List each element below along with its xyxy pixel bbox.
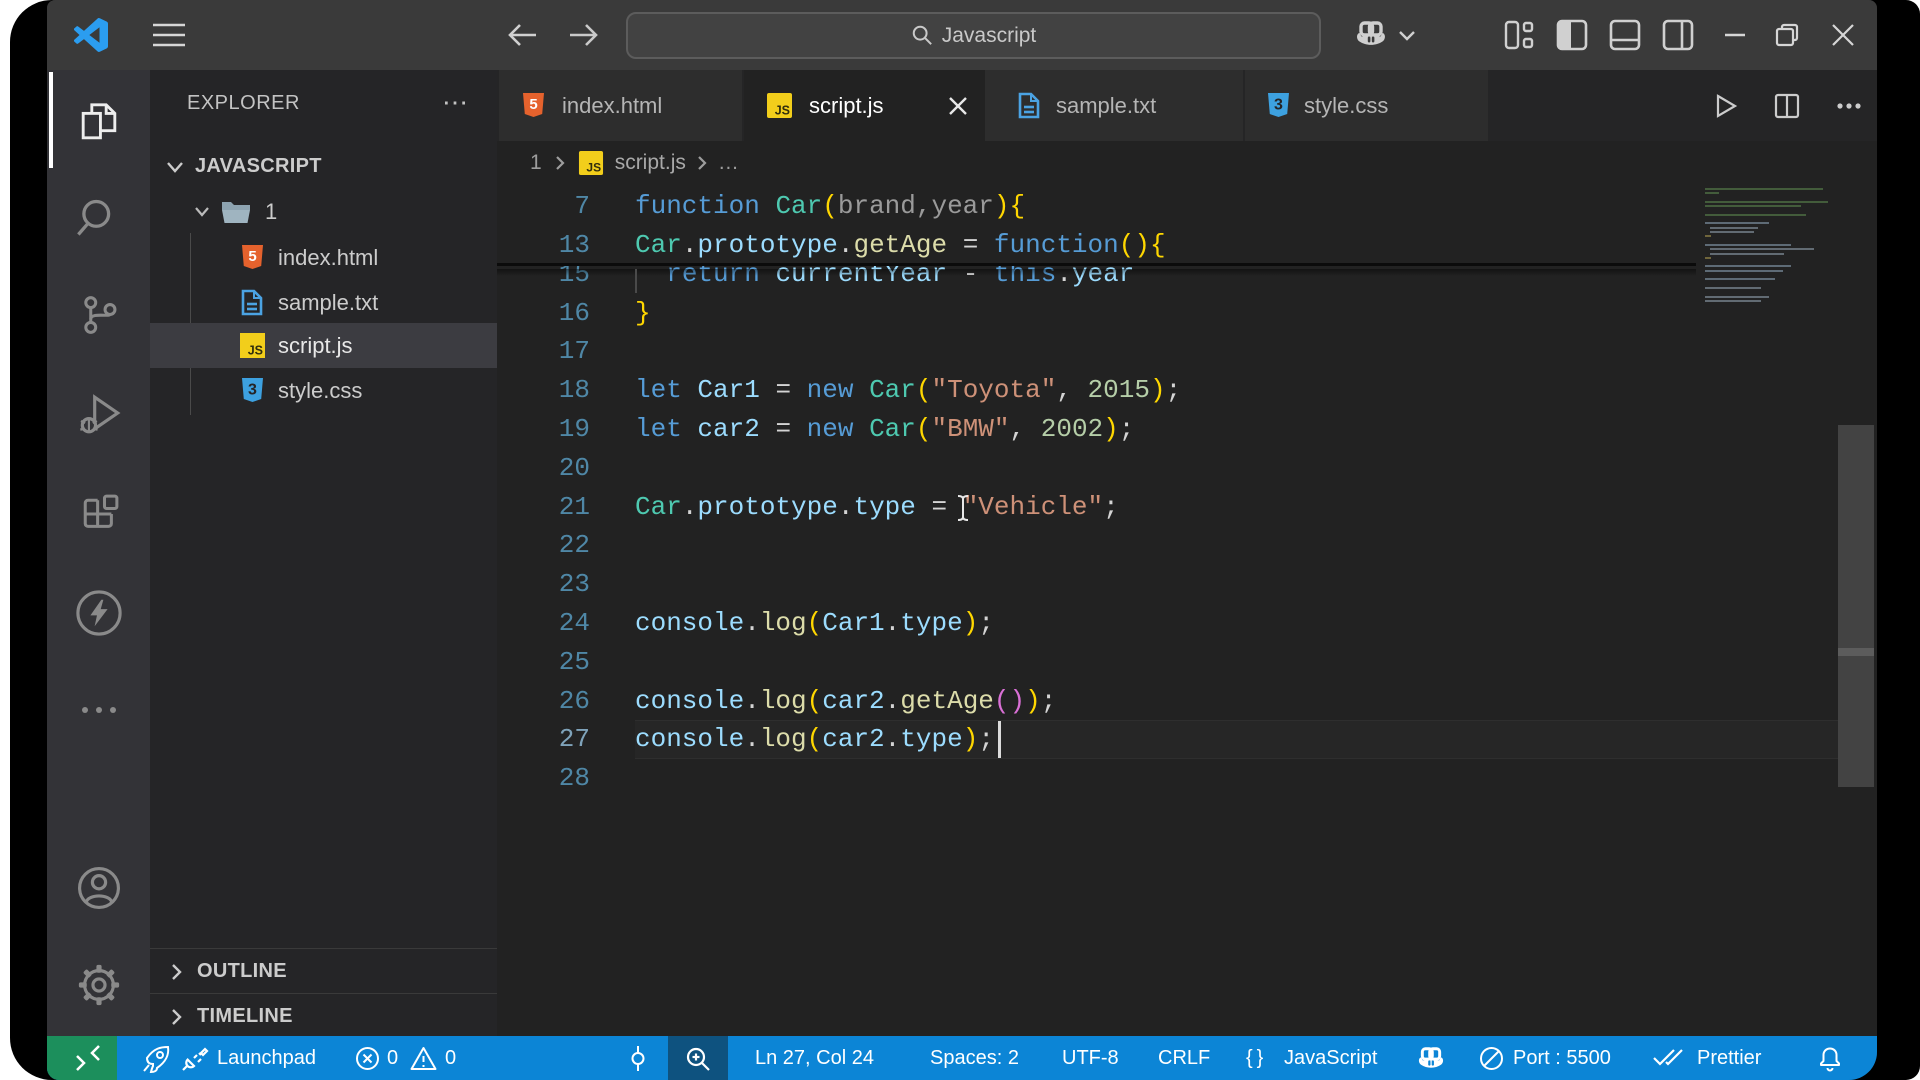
svg-text:3: 3 xyxy=(248,382,257,399)
svg-text:5: 5 xyxy=(248,248,256,265)
svg-text:JS: JS xyxy=(248,344,263,358)
svg-text:3: 3 xyxy=(1274,97,1283,114)
svg-text:JS: JS xyxy=(775,104,790,118)
svg-text:JS: JS xyxy=(586,161,601,175)
svg-text:5: 5 xyxy=(529,96,537,113)
